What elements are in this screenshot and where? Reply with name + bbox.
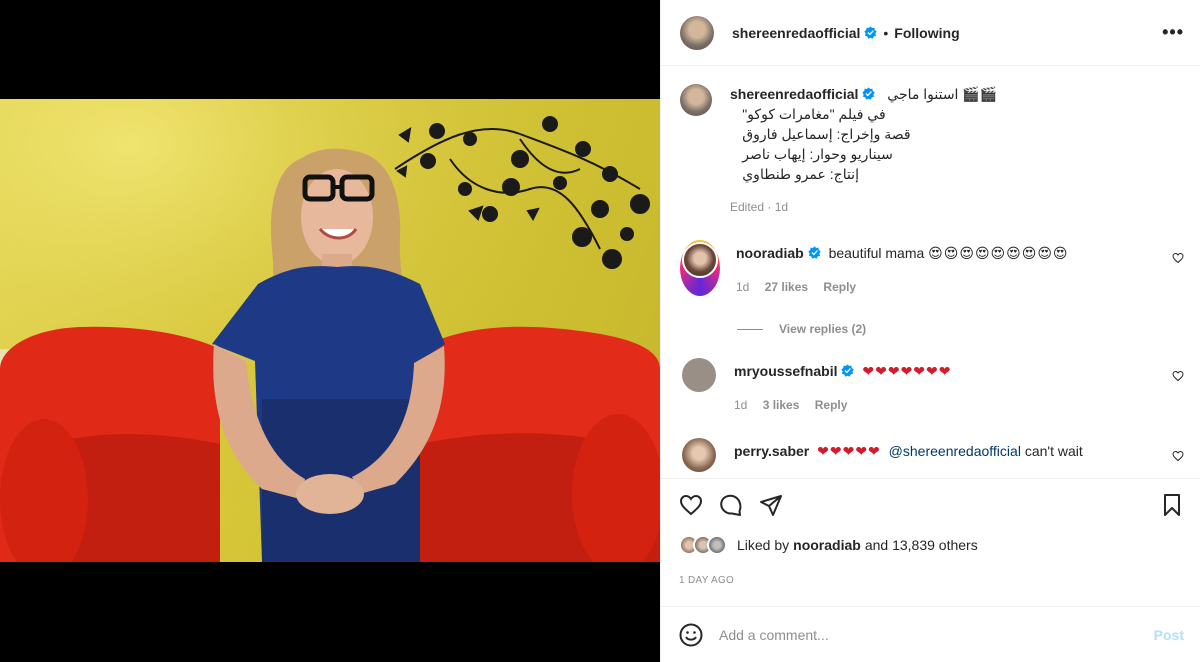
commenter-username[interactable]: perry.saber: [734, 443, 809, 459]
commenter-avatar[interactable]: [682, 358, 716, 392]
story-ring[interactable]: [680, 240, 720, 296]
save-bookmark-icon[interactable]: [1160, 493, 1184, 517]
share-send-icon[interactable]: [759, 493, 783, 517]
liker-avatars: [679, 535, 727, 555]
likes-summary: Liked by nooradiab and 13,839 others: [679, 535, 1184, 555]
caption-edited-time: Edited · 1d: [730, 200, 789, 214]
likes-prefix: Liked by: [737, 537, 790, 553]
verified-badge-icon: [807, 246, 821, 259]
comment-likes[interactable]: 3 likes: [763, 398, 800, 412]
comment-emoji: ❤❤❤❤❤: [817, 443, 881, 459]
comment-emoji: 😍😍😍😍😍😍😍😍😍: [928, 245, 1069, 261]
commenter-username[interactable]: nooradiab: [736, 245, 804, 261]
comment-input[interactable]: [719, 626, 1154, 643]
author-username[interactable]: shereenredaofficial: [732, 25, 860, 41]
verified-badge-icon: [841, 364, 855, 377]
verified-badge-icon: [864, 26, 878, 39]
header-separator: •: [883, 24, 889, 41]
reply-button[interactable]: Reply: [823, 280, 856, 294]
caption-line: إنتاج: عمرو طنطاوي: [742, 166, 859, 182]
verified-badge-icon: [862, 87, 876, 100]
like-heart-icon[interactable]: [679, 493, 703, 517]
like-comment-heart-icon[interactable]: [1172, 370, 1184, 382]
view-replies-button[interactable]: View replies (2): [737, 322, 1184, 336]
caption-line: سيناريو وحوار: إيهاب ناصر: [742, 146, 893, 162]
replies-line: [737, 328, 763, 330]
caption-username[interactable]: shereenredaofficial: [730, 86, 858, 102]
like-comment-heart-icon[interactable]: [1172, 450, 1184, 462]
commenter-username[interactable]: mryoussefnabil: [734, 363, 837, 379]
like-comment-heart-icon[interactable]: [1172, 252, 1184, 264]
comment-item: mryoussefnabil ❤❤❤❤❤❤❤ 1d 3 likes Reply: [680, 358, 1184, 414]
more-options-icon[interactable]: •••: [1162, 22, 1184, 43]
author-avatar[interactable]: [680, 15, 714, 50]
comment-text: beautiful mama: [828, 245, 925, 261]
comment-likes[interactable]: 27 likes: [765, 280, 808, 294]
caption-avatar[interactable]: [680, 84, 712, 116]
caption-text: في فيلم "مغامرات كوكو" قصة وإخراج: إسماع…: [730, 104, 997, 184]
post-date: 1 DAY AGO: [679, 575, 735, 586]
post-actions: Liked by nooradiab and 13,839 others 1 D…: [661, 478, 1200, 586]
post-comment-button[interactable]: Post: [1154, 627, 1184, 643]
comments-list[interactable]: shereenredaofficial استنوا ماجي 🎬🎬 في في…: [661, 67, 1200, 477]
add-comment-bar: Post: [661, 606, 1200, 662]
comment-mention[interactable]: @shereenredaofficial: [889, 443, 1021, 459]
view-replies-label: View replies (2): [779, 322, 867, 336]
caption-line: قصة وإخراج: إسماعيل فاروق: [742, 126, 911, 142]
comment-item: nooradiab beautiful mama 😍😍😍😍😍😍😍😍😍 1d 27…: [680, 240, 1184, 296]
likes-others[interactable]: and 13,839 others: [865, 537, 978, 553]
post-header: shereenredaofficial • Following •••: [661, 0, 1200, 66]
comment-bubble-icon[interactable]: [719, 493, 743, 517]
liker-avatar: [707, 535, 727, 555]
comment-emoji: ❤❤❤❤❤❤❤: [862, 363, 952, 379]
post-detail-panel: shereenredaofficial • Following ••• sher…: [660, 0, 1200, 662]
post-media[interactable]: [0, 0, 660, 662]
post-photo: [0, 99, 660, 562]
commenter-avatar[interactable]: [682, 438, 716, 472]
reply-button[interactable]: Reply: [815, 398, 848, 412]
likes-user[interactable]: nooradiab: [793, 537, 861, 553]
caption-line: استنوا ماجي 🎬🎬: [887, 86, 998, 102]
comment-age: 1d: [734, 398, 748, 412]
commenter-avatar: [682, 242, 718, 278]
comment-text: can't wait: [1024, 443, 1083, 459]
photo-illustration: [0, 99, 660, 562]
comment-age: 1d: [736, 280, 750, 294]
post-caption: shereenredaofficial استنوا ماجي 🎬🎬 في في…: [680, 84, 1184, 214]
following-button[interactable]: Following: [894, 25, 959, 41]
comment-item: perry.saber ❤❤❤❤❤ @shereenredaofficial c…: [680, 438, 1184, 472]
caption-line: في فيلم "مغامرات كوكو": [742, 106, 886, 122]
emoji-smiley-icon[interactable]: [679, 623, 703, 647]
